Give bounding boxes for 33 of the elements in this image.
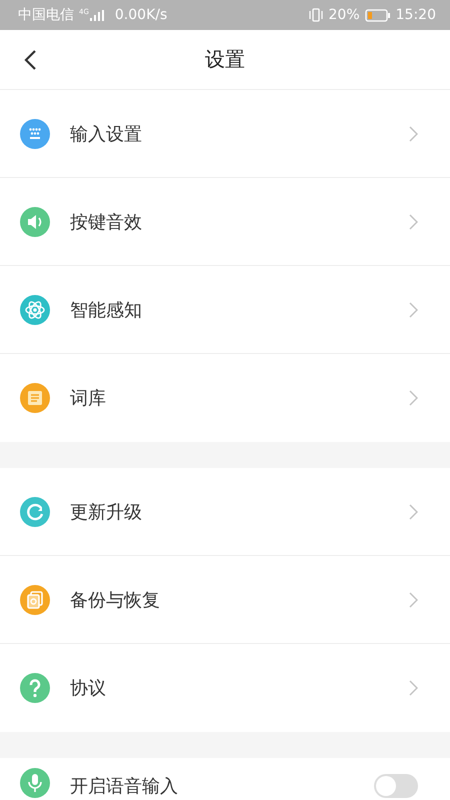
- chevron-icon: [409, 126, 418, 142]
- settings-item[interactable]: 更新升级: [0, 468, 450, 556]
- settings-label: 词库: [70, 387, 107, 410]
- chevron-icon: [409, 214, 418, 230]
- chevron-icon: [409, 680, 418, 696]
- settings-item[interactable]: 备份与恢复: [0, 556, 450, 644]
- battery-percent-text: 20%: [328, 7, 360, 23]
- settings-item[interactable]: 输入设置: [0, 90, 450, 178]
- chevron-icon: [409, 302, 418, 318]
- settings-label: 开启语音输入: [70, 775, 179, 798]
- vibrate-icon: [308, 8, 324, 22]
- back-icon[interactable]: [23, 48, 37, 70]
- settings-item[interactable]: 词库: [0, 354, 450, 442]
- network-speed-text: 0.00K/s: [114, 7, 168, 23]
- settings-item[interactable]: 按键音效: [0, 178, 450, 266]
- page-title: 设置: [205, 46, 245, 73]
- settings-label: 协议: [70, 677, 107, 700]
- settings-label: 智能感知: [70, 298, 143, 322]
- settings-item[interactable]: 开启语音输入: [0, 758, 450, 800]
- chevron-icon: [409, 504, 418, 520]
- signal-icon: [90, 10, 104, 20]
- toggle-switch[interactable]: [374, 774, 418, 798]
- settings-label: 备份与恢复: [70, 588, 161, 612]
- settings-label: 输入设置: [70, 122, 143, 146]
- settings-label: 按键音效: [70, 210, 143, 234]
- settings-item[interactable]: 协议: [0, 644, 450, 732]
- battery-icon: [364, 8, 391, 22]
- chevron-icon: [409, 390, 418, 406]
- settings-item[interactable]: 智能感知: [0, 266, 450, 354]
- settings-label: 更新升级: [70, 500, 143, 524]
- carrier-text: 中国电信: [18, 6, 74, 24]
- chevron-icon: [409, 592, 418, 608]
- clock-text: 15:20: [396, 7, 436, 23]
